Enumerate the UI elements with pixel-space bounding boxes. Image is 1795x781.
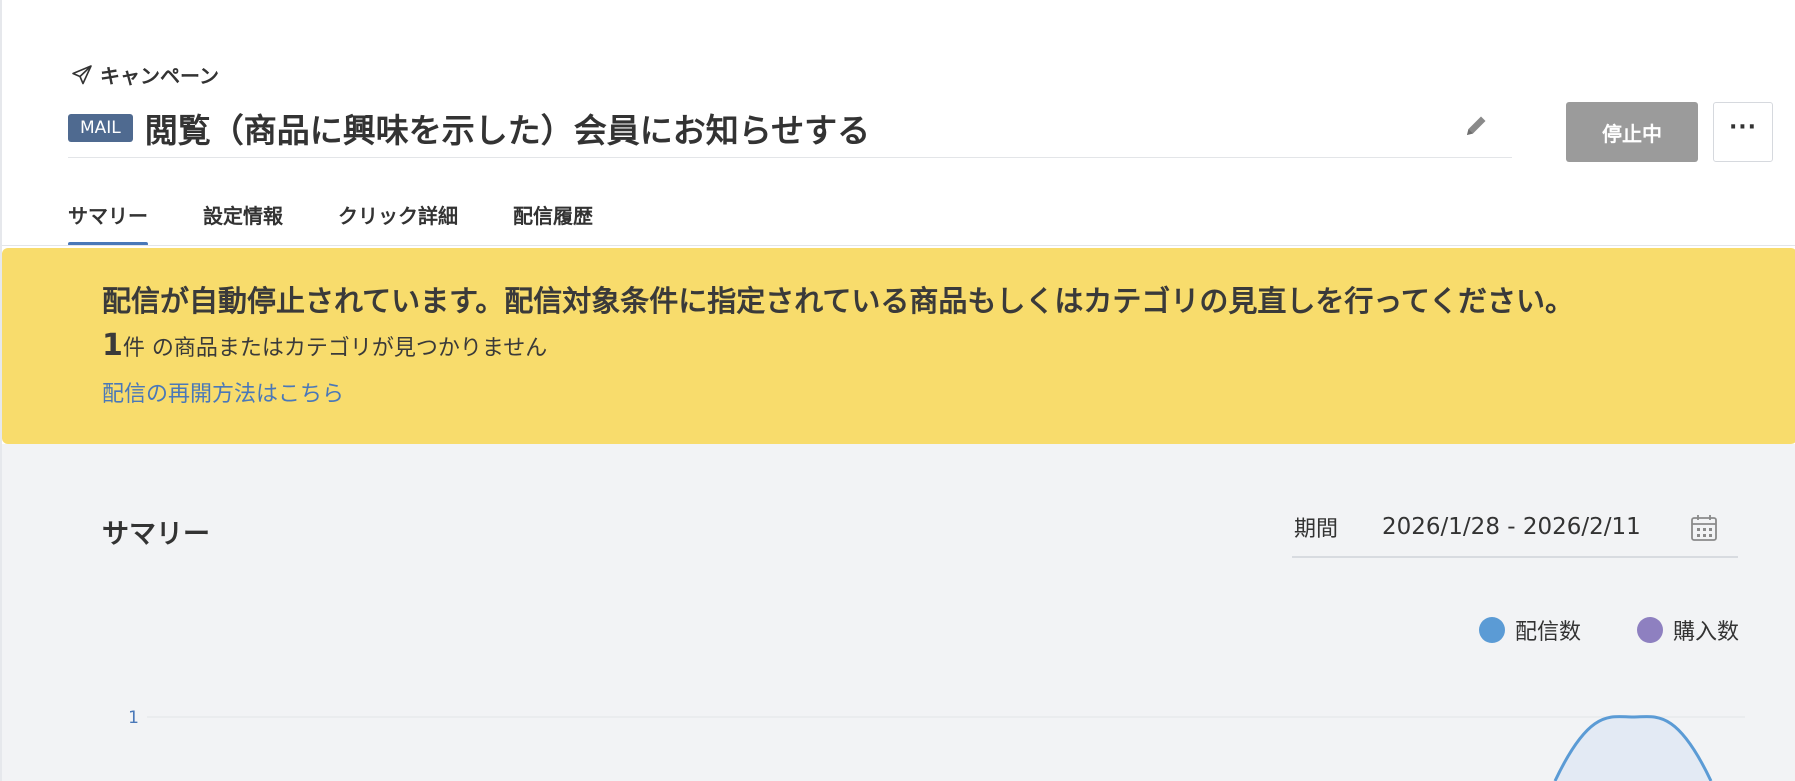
alert-count-message: の商品またはカテゴリが見つかりません bbox=[144, 336, 548, 361]
alert-count-unit: 件 bbox=[122, 336, 145, 361]
more-options-button[interactable]: ··· bbox=[1713, 102, 1773, 162]
tab-summary[interactable]: サマリー bbox=[68, 196, 148, 246]
calendar-icon[interactable] bbox=[1688, 512, 1720, 544]
resume-help-link[interactable]: 配信の再開方法はこちら bbox=[102, 376, 344, 408]
tab-delivery-history[interactable]: 配信履歴 bbox=[513, 196, 593, 246]
summary-title: サマリー bbox=[102, 519, 210, 550]
legend-label-purchases: 購入数 bbox=[1672, 620, 1739, 645]
status-button[interactable]: 停止中 bbox=[1566, 102, 1698, 162]
campaign-type-badge: MAIL bbox=[68, 113, 133, 142]
campaign-tabs: サマリー 設定情報 クリック詳細 配信履歴 bbox=[68, 196, 593, 246]
tab-click-details[interactable]: クリック詳細 bbox=[338, 196, 458, 246]
chart-legend: 配信数 購入数 bbox=[1478, 614, 1739, 646]
legend-label-deliveries: 配信数 bbox=[1514, 620, 1581, 645]
y-tick-label: 1 bbox=[128, 708, 139, 728]
legend-item-deliveries[interactable]: 配信数 bbox=[1478, 614, 1581, 646]
legend-dot-purchases bbox=[1636, 617, 1663, 643]
legend-item-purchases[interactable]: 購入数 bbox=[1636, 614, 1739, 646]
period-label: 期間 bbox=[1294, 517, 1339, 542]
header-divider bbox=[2, 245, 1795, 246]
breadcrumb[interactable]: キャンペーン bbox=[70, 60, 219, 89]
breadcrumb-label: キャンペーン bbox=[100, 64, 219, 88]
summary-section: サマリー 期間 2026/1/28 - 2026/2/11 配信数 購入数 1 bbox=[2, 444, 1795, 781]
pencil-icon[interactable] bbox=[1460, 110, 1492, 142]
tab-settings[interactable]: 設定情報 bbox=[203, 196, 283, 246]
alert-count-text: 1件 の商品またはカテゴリが見つかりません bbox=[102, 328, 547, 363]
alert-heading: 配信が自動停止されています。配信対象条件に指定されている商品もしくはカテゴリの見… bbox=[102, 284, 1575, 318]
campaign-page: キャンペーン MAIL 閲覧（商品に興味を示した）会員にお知らせする 停止中 ·… bbox=[0, 0, 1795, 781]
legend-dot-deliveries bbox=[1478, 617, 1505, 643]
auto-stop-alert: 配信が自動停止されています。配信対象条件に指定されている商品もしくはカテゴリの見… bbox=[2, 248, 1795, 444]
campaign-title: 閲覧（商品に興味を示した）会員にお知らせする bbox=[144, 110, 871, 150]
campaign-header: キャンペーン MAIL 閲覧（商品に興味を示した）会員にお知らせする 停止中 ·… bbox=[2, 0, 1795, 246]
period-picker[interactable]: 期間 2026/1/28 - 2026/2/11 bbox=[1292, 498, 1738, 558]
summary-chart: 1 bbox=[128, 708, 1745, 781]
campaign-title-row: MAIL 閲覧（商品に興味を示した）会員にお知らせする bbox=[68, 104, 1512, 158]
paper-plane-icon bbox=[70, 63, 94, 87]
series-deliveries-area bbox=[1555, 716, 1711, 781]
period-value[interactable]: 2026/1/28 - 2026/2/11 bbox=[1382, 514, 1641, 540]
alert-count-number: 1 bbox=[102, 328, 123, 363]
